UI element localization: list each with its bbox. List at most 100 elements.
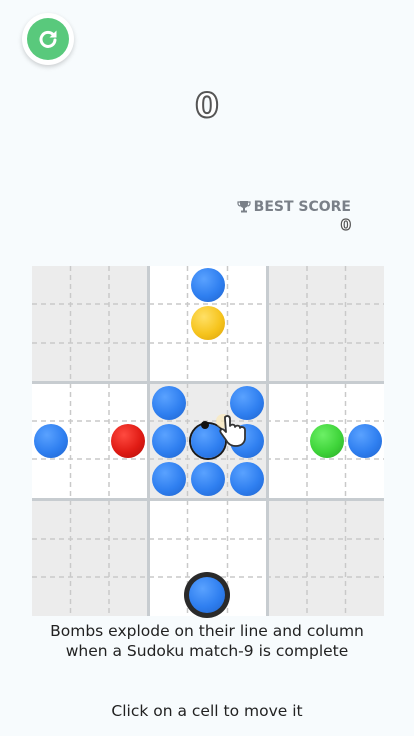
board-cell[interactable] (346, 540, 384, 578)
board-cell[interactable] (308, 343, 346, 381)
board-cell[interactable] (308, 422, 346, 460)
board-cell[interactable] (150, 501, 188, 539)
board-cell[interactable] (228, 501, 266, 539)
board-cell[interactable] (228, 578, 266, 616)
blue-ball[interactable] (152, 462, 186, 496)
board-cell[interactable] (109, 304, 147, 342)
board-cell[interactable] (71, 304, 109, 342)
board-cell[interactable] (32, 343, 70, 381)
best-score-label: BEST SCORE (237, 199, 351, 215)
board-cell[interactable] (308, 384, 346, 422)
board-cell[interactable] (228, 460, 266, 498)
board-cell[interactable] (269, 501, 307, 539)
board-cell[interactable] (346, 304, 384, 342)
board-cell[interactable] (189, 460, 227, 498)
blue-ball[interactable] (152, 386, 186, 420)
board-cell[interactable] (32, 578, 70, 616)
board-cell[interactable] (346, 501, 384, 539)
best-score-value: 0 (340, 215, 352, 234)
board-cell[interactable] (228, 343, 266, 381)
board-cell[interactable] (228, 540, 266, 578)
board-cell[interactable] (71, 384, 109, 422)
board-cell[interactable] (269, 422, 307, 460)
board-cell[interactable] (346, 266, 384, 304)
board-cell[interactable] (346, 422, 384, 460)
board-cell[interactable] (269, 578, 307, 616)
red-ball[interactable] (111, 424, 145, 458)
board-cell[interactable] (308, 501, 346, 539)
board-cell[interactable] (109, 266, 147, 304)
blue-ball[interactable] (230, 462, 264, 496)
blue-ball[interactable] (348, 424, 382, 458)
board-cell[interactable] (109, 460, 147, 498)
board-cell[interactable] (150, 422, 188, 460)
board-cell[interactable] (32, 304, 70, 342)
board-cell[interactable] (150, 578, 188, 616)
board-cell[interactable] (308, 578, 346, 616)
board-cell[interactable] (189, 304, 227, 342)
board-cell[interactable] (269, 304, 307, 342)
board-cell[interactable] (269, 384, 307, 422)
board-cell[interactable] (269, 343, 307, 381)
board-cell[interactable] (150, 384, 188, 422)
board-cell[interactable] (189, 266, 227, 304)
restart-button[interactable] (22, 13, 74, 65)
board-cell[interactable] (109, 343, 147, 381)
instructions-text: Bombs explode on their line and column w… (50, 622, 364, 660)
board-cell[interactable] (346, 343, 384, 381)
trophy-icon (237, 201, 251, 213)
board-cell[interactable] (308, 540, 346, 578)
board-cell[interactable] (228, 304, 266, 342)
blue-ball[interactable] (152, 424, 186, 458)
board-cell[interactable] (109, 540, 147, 578)
board-cell[interactable] (189, 343, 227, 381)
board-cell[interactable] (150, 304, 188, 342)
board-cell[interactable] (269, 266, 307, 304)
board-cell[interactable] (32, 422, 70, 460)
board-cell[interactable] (71, 422, 109, 460)
board-cell[interactable] (109, 422, 147, 460)
game-board[interactable] (32, 266, 384, 616)
board-cell[interactable] (71, 501, 109, 539)
best-score-text: BEST SCORE (253, 199, 351, 215)
blue-ball[interactable] (191, 268, 225, 302)
board-cell[interactable] (109, 578, 147, 616)
board-cell[interactable] (346, 460, 384, 498)
next-ball (189, 577, 225, 613)
board-cell[interactable] (71, 540, 109, 578)
board-cell[interactable] (109, 384, 147, 422)
hint-text: Click on a cell to move it (111, 702, 303, 720)
board-cell[interactable] (71, 343, 109, 381)
board-cell[interactable] (269, 540, 307, 578)
board-cell[interactable] (346, 384, 384, 422)
board-cell[interactable] (150, 540, 188, 578)
board-cell[interactable] (32, 501, 70, 539)
board-cell[interactable] (71, 266, 109, 304)
hand-pointer-icon (216, 414, 246, 447)
bomb-fuse-icon (201, 421, 209, 429)
board-cell[interactable] (150, 266, 188, 304)
green-ball[interactable] (310, 424, 344, 458)
board-cell[interactable] (32, 460, 70, 498)
board-cell[interactable] (308, 266, 346, 304)
board-cell[interactable] (32, 384, 70, 422)
board-cell[interactable] (308, 304, 346, 342)
board-cell[interactable] (109, 501, 147, 539)
board-cell[interactable] (189, 501, 227, 539)
board-cell[interactable] (71, 578, 109, 616)
board-cell[interactable] (346, 578, 384, 616)
next-ball-slot (184, 572, 230, 618)
blue-ball[interactable] (191, 462, 225, 496)
score-value: 0 (194, 85, 220, 127)
blue-ball[interactable] (34, 424, 68, 458)
board-cell[interactable] (150, 460, 188, 498)
board-cell[interactable] (269, 460, 307, 498)
board-cell[interactable] (32, 266, 70, 304)
yellow-ball[interactable] (191, 306, 225, 341)
board-cell[interactable] (308, 460, 346, 498)
restart-icon (39, 30, 57, 48)
board-cell[interactable] (71, 460, 109, 498)
board-cell[interactable] (32, 540, 70, 578)
board-cell[interactable] (150, 343, 188, 381)
board-cell[interactable] (228, 266, 266, 304)
